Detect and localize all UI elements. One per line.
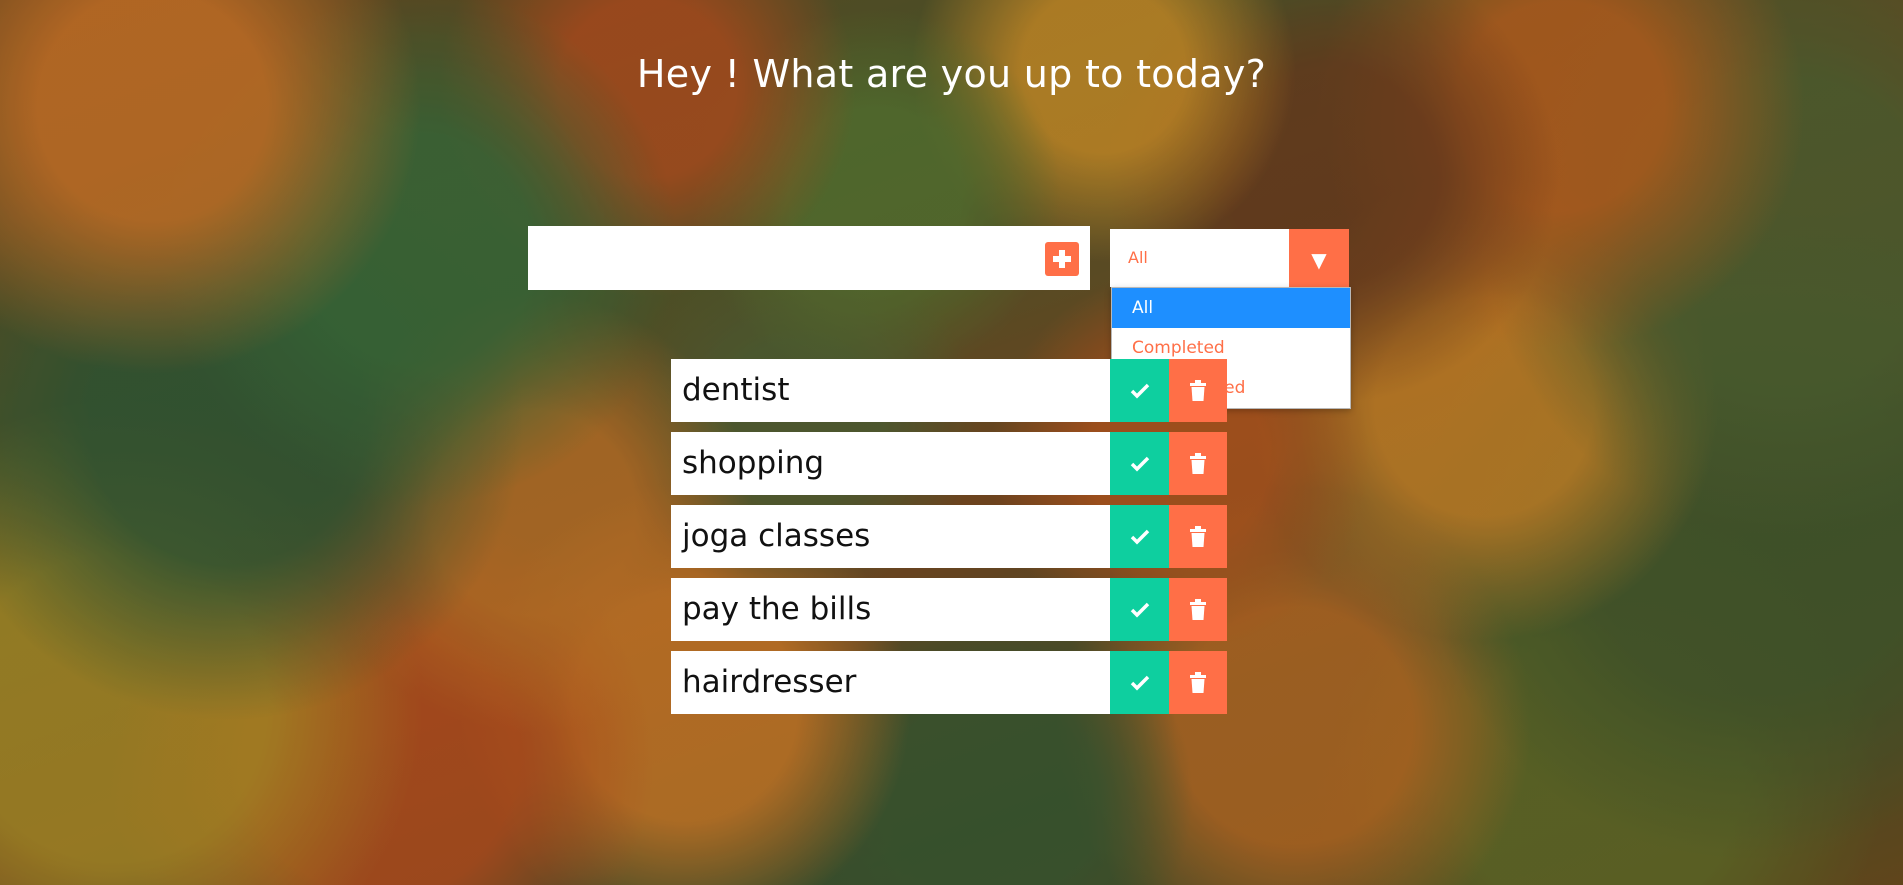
todo-text: joga classes [682, 518, 871, 554]
delete-button[interactable] [1169, 505, 1227, 568]
complete-button[interactable] [1110, 505, 1169, 568]
todo-item: hairdresser [671, 651, 1227, 714]
trash-icon [1190, 525, 1206, 547]
check-icon [1130, 675, 1149, 690]
delete-button[interactable] [1169, 651, 1227, 714]
dropdown-arrow-icon[interactable]: ▼ [1289, 229, 1349, 287]
add-todo-button[interactable] [1045, 242, 1079, 276]
todo-text: hairdresser [682, 664, 857, 700]
todo-form [528, 226, 1090, 290]
todo-text: pay the bills [682, 591, 872, 627]
check-icon [1130, 602, 1149, 617]
complete-button[interactable] [1110, 651, 1169, 714]
todo-input[interactable] [528, 226, 1028, 290]
trash-icon [1190, 671, 1206, 693]
todo-item: joga classes [671, 505, 1227, 568]
todo-text: shopping [682, 445, 825, 481]
check-icon [1130, 383, 1149, 398]
todo-app: Hey ! What are you up to today? All ▼ Al… [0, 0, 1903, 885]
delete-button[interactable] [1169, 578, 1227, 641]
check-icon [1130, 456, 1149, 471]
filter-option-all[interactable]: All [1112, 288, 1350, 328]
complete-button[interactable] [1110, 359, 1169, 422]
filter-select[interactable]: All ▼ [1110, 229, 1349, 287]
filter-selected-value: All [1128, 248, 1148, 267]
complete-button[interactable] [1110, 432, 1169, 495]
check-icon [1130, 529, 1149, 544]
todo-text: dentist [682, 372, 790, 408]
todo-list: dentist shopping joga classes pay the bi… [671, 359, 1227, 724]
todo-item: pay the bills [671, 578, 1227, 641]
delete-button[interactable] [1169, 432, 1227, 495]
todo-item: dentist [671, 359, 1227, 422]
todo-item: shopping [671, 432, 1227, 495]
delete-button[interactable] [1169, 359, 1227, 422]
complete-button[interactable] [1110, 578, 1169, 641]
trash-icon [1190, 379, 1206, 401]
page-title: Hey ! What are you up to today? [636, 52, 1267, 96]
trash-icon [1190, 598, 1206, 620]
trash-icon [1190, 452, 1206, 474]
plus-icon [1053, 250, 1071, 268]
